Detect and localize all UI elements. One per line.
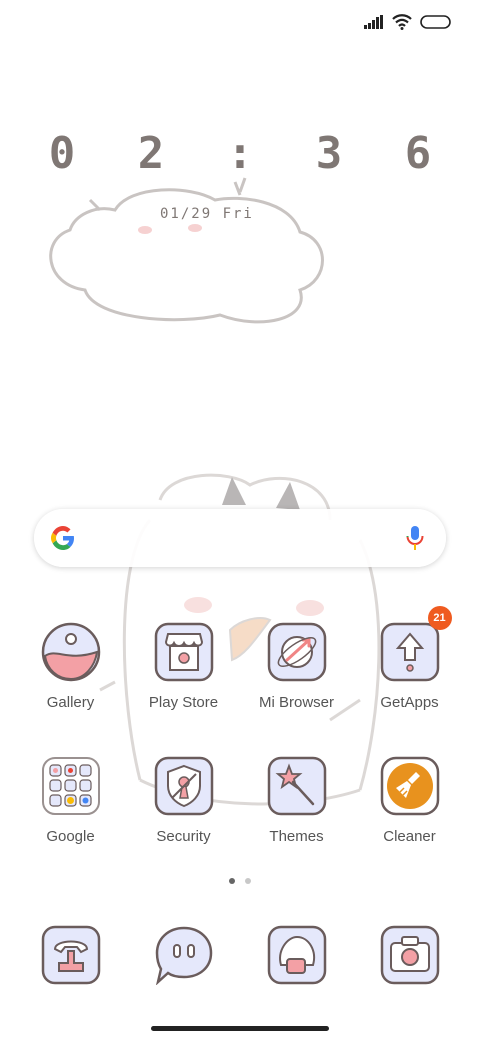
page-dot-2[interactable] bbox=[245, 878, 251, 884]
app-security[interactable]: Security bbox=[127, 756, 240, 845]
play-store-icon bbox=[154, 622, 214, 682]
app-play-store[interactable]: Play Store bbox=[127, 622, 240, 711]
navigation-gesture-bar[interactable] bbox=[151, 1026, 329, 1031]
notification-badge: 21 bbox=[427, 606, 452, 630]
clock-date: 01/29 Fri bbox=[160, 206, 254, 222]
messages-icon[interactable] bbox=[154, 925, 214, 986]
google-search-bar[interactable] bbox=[34, 509, 446, 567]
contacts-icon[interactable] bbox=[267, 925, 327, 985]
security-icon bbox=[154, 756, 214, 816]
microphone-icon[interactable] bbox=[406, 525, 424, 551]
app-label: Cleaner bbox=[383, 828, 436, 845]
getapps-icon: 21 bbox=[380, 606, 452, 682]
google-folder-icon bbox=[41, 756, 101, 816]
page-indicator bbox=[0, 878, 480, 884]
clock-time[interactable]: 0 2 : 3 6 bbox=[0, 128, 480, 179]
dock bbox=[0, 925, 480, 989]
google-g-icon bbox=[51, 526, 74, 550]
status-bar bbox=[364, 10, 452, 34]
themes-icon bbox=[267, 756, 327, 816]
cleaner-icon bbox=[380, 756, 440, 816]
battery-icon bbox=[420, 15, 451, 29]
camera-icon[interactable] bbox=[380, 925, 440, 985]
app-themes[interactable]: Themes bbox=[240, 756, 353, 845]
app-cleaner[interactable]: Cleaner bbox=[353, 756, 466, 845]
signal-bars-icon bbox=[364, 15, 383, 29]
gallery-icon bbox=[41, 622, 101, 682]
app-label: Mi Browser bbox=[258, 694, 334, 711]
wifi-icon bbox=[392, 14, 412, 30]
mi-browser-icon bbox=[267, 622, 327, 682]
app-label: GetApps bbox=[380, 694, 439, 711]
app-google-folder[interactable]: Google bbox=[14, 756, 127, 845]
page-dot-1[interactable] bbox=[229, 878, 235, 884]
app-label: Google bbox=[46, 828, 95, 845]
app-mi-browser[interactable]: Mi Browser bbox=[240, 622, 353, 711]
app-label: Security bbox=[156, 828, 211, 845]
app-getapps[interactable]: 21 GetApps bbox=[353, 606, 466, 711]
app-label: Themes bbox=[269, 828, 324, 845]
app-label: Play Store bbox=[148, 694, 219, 711]
phone-icon[interactable] bbox=[41, 925, 101, 985]
app-label: Gallery bbox=[46, 694, 95, 711]
app-gallery[interactable]: Gallery bbox=[14, 622, 127, 711]
